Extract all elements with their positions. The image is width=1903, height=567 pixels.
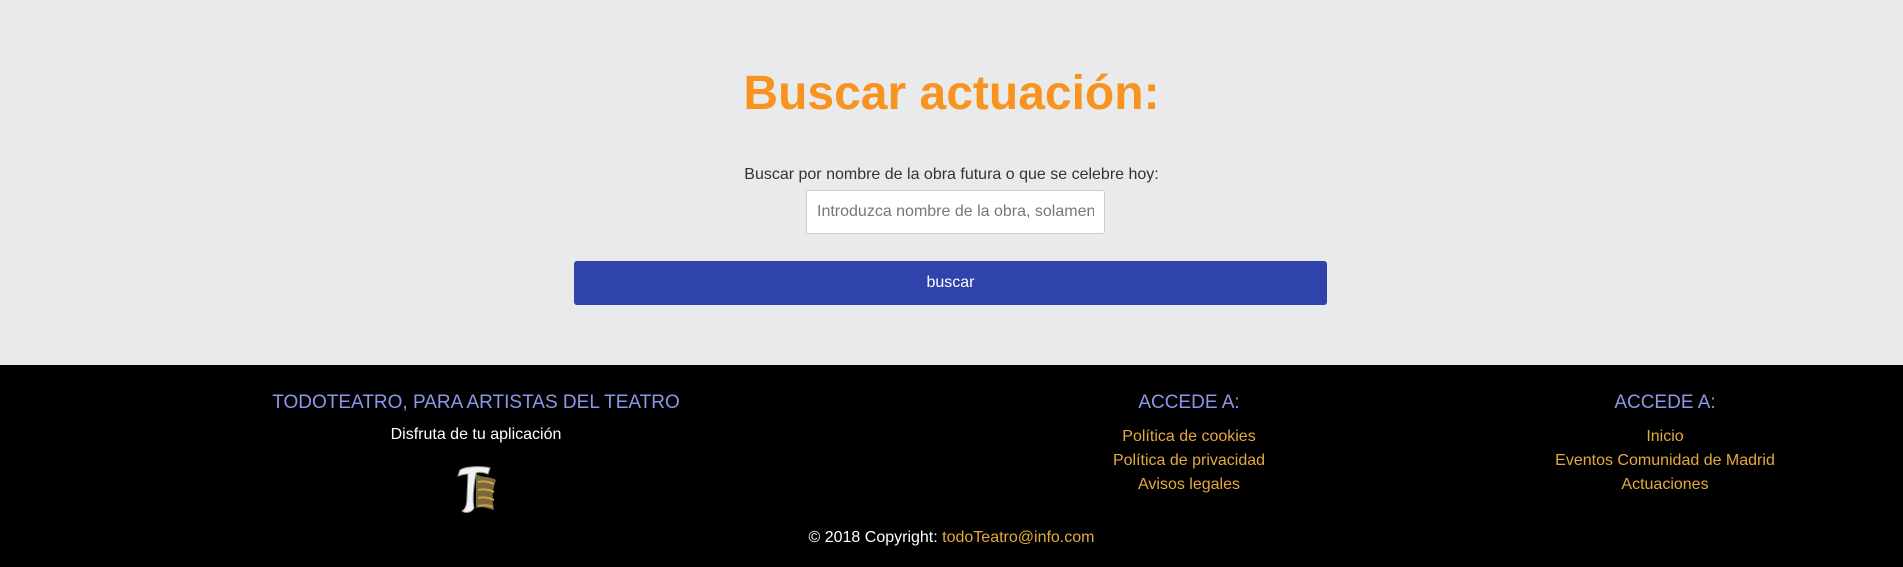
footer-tagline: Disfruta de tu aplicación — [390, 426, 562, 443]
copyright-text: © 2018 Copyright: — [808, 529, 938, 546]
search-label: Buscar por nombre de la obra futura o qu… — [744, 166, 1159, 183]
search-section: Buscar actuación: Buscar por nombre de l… — [0, 0, 1903, 365]
search-input[interactable] — [806, 190, 1105, 234]
copyright: © 2018 Copyright: todoTeatro@info.com — [0, 529, 1903, 547]
link-legal-notices[interactable]: Avisos legales — [1039, 473, 1339, 497]
link-home[interactable]: Inicio — [1515, 425, 1815, 449]
todoteatro-logo-icon — [457, 466, 496, 513]
link-privacy-policy[interactable]: Política de privacidad — [1039, 449, 1339, 473]
footer-brand-heading: TODOTEATRO, PARA ARTISTAS DEL TEATRO — [272, 392, 680, 413]
footer: TODOTEATRO, PARA ARTISTAS DEL TEATRO Dis… — [0, 365, 1903, 567]
footer-brand-column: TODOTEATRO, PARA ARTISTAS DEL TEATRO Dis… — [176, 391, 776, 445]
footer-heading-nav: ACCEDE A: — [1614, 392, 1716, 413]
page-title: Buscar actuación: — [743, 67, 1160, 120]
footer-heading-legal: ACCEDE A: — [1138, 392, 1240, 413]
link-madrid-events[interactable]: Eventos Comunidad de Madrid — [1515, 449, 1815, 473]
footer-links-column-nav: ACCEDE A: Inicio Eventos Comunidad de Ma… — [1515, 391, 1815, 497]
link-cookies-policy[interactable]: Política de cookies — [1039, 425, 1339, 449]
footer-links-column-legal: ACCEDE A: Política de cookies Política d… — [1039, 391, 1339, 497]
search-button[interactable]: buscar — [574, 261, 1327, 305]
copyright-email-link[interactable]: todoTeatro@info.com — [942, 529, 1094, 546]
link-performances[interactable]: Actuaciones — [1515, 473, 1815, 497]
